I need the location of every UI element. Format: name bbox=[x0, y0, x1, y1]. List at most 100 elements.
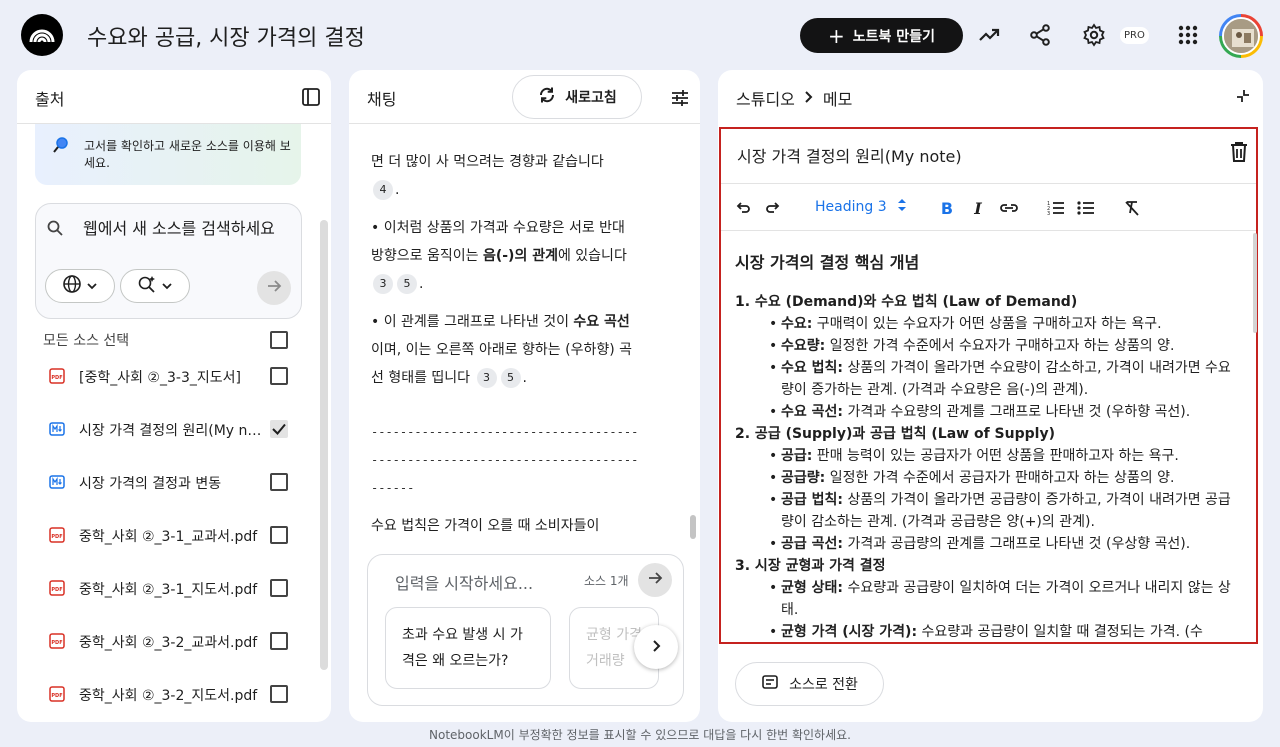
note-term: 균형 상태: bbox=[781, 580, 843, 596]
note-content[interactable]: 시장 가격의 결정 핵심 개념 1. 수요 (Demand)와 수요 법칙 (L… bbox=[735, 249, 1235, 643]
refresh-button[interactable]: 새로고침 bbox=[512, 75, 642, 119]
web-source-type-dropdown[interactable] bbox=[45, 269, 115, 303]
sources-panel: 출처 고서를 확인하고 새로운 소스를 이용해 보세요. 웹에서 새 소스를 검… bbox=[17, 70, 331, 722]
convert-source-icon bbox=[761, 673, 779, 695]
insert-link-icon[interactable] bbox=[999, 198, 1019, 218]
source-item-label: 시장 가격 결정의 원리(My note) bbox=[79, 423, 264, 439]
notebooklm-logo-icon[interactable] bbox=[21, 14, 63, 56]
chat-input-field[interactable]: 입력을 시작하세요... bbox=[395, 570, 533, 594]
apps-grid-icon[interactable] bbox=[1173, 20, 1203, 50]
note-title[interactable]: 시장 가격 결정의 원리(My note) bbox=[737, 143, 962, 167]
chat-message: 면 더 많이 사 먹으려는 경향과 같습니다 4. • 이처럼 상품의 가격과 … bbox=[371, 148, 641, 550]
breadcrumb-studio[interactable]: 스튜디오 bbox=[736, 86, 795, 110]
create-notebook-button[interactable]: + 노트북 만들기 bbox=[800, 18, 963, 53]
note-list-item: 공급 곡선: 가격과 공급량의 관계를 그래프로 나타낸 것 (우상향 곡선). bbox=[769, 533, 1235, 555]
note-list-item: 균형 가격 (시장 가격): 수요량과 공급량이 일치할 때 결정되는 가격. … bbox=[769, 621, 1235, 643]
chat-paragraph: • 이처럼 상품의 가격과 수요량은 서로 반대 방향으로 움직이는 음(-)의… bbox=[371, 220, 627, 294]
create-notebook-label: 노트북 만들기 bbox=[852, 28, 935, 45]
convert-to-source-button[interactable]: 소스로 전환 bbox=[735, 662, 884, 706]
source-item[interactable]: PDF [중학_사회 ②_3-3_지도서] bbox=[17, 357, 307, 397]
note-term: 공급: bbox=[781, 448, 813, 464]
note-editor: 시장 가격 결정의 원리(My note) Heading 3 B I 1 2 … bbox=[719, 127, 1258, 644]
pro-badge: PRO bbox=[1120, 27, 1149, 44]
search-submit-button[interactable] bbox=[257, 271, 291, 305]
chevron-right-icon bbox=[803, 89, 815, 108]
source-count-label: 소스 1개 bbox=[584, 574, 629, 588]
pdf-file-icon: PDF bbox=[49, 633, 65, 649]
citation-badge[interactable]: 5 bbox=[500, 368, 521, 388]
source-checkbox[interactable] bbox=[270, 579, 288, 597]
clear-formatting-icon[interactable] bbox=[1122, 198, 1142, 218]
bold-icon[interactable]: B bbox=[937, 198, 957, 218]
refresh-icon bbox=[537, 85, 557, 109]
italic-icon[interactable]: I bbox=[968, 198, 988, 218]
chat-settings-sliders-icon[interactable] bbox=[670, 88, 690, 112]
source-item[interactable]: PDF 중학_사회 ②_3-2_지도서.pdf bbox=[17, 675, 307, 715]
svg-text:3: 3 bbox=[1047, 211, 1050, 216]
heading-style-select[interactable]: Heading 3 bbox=[815, 198, 907, 216]
source-item-label: 중학_사회 ②_3-1_지도서.pdf bbox=[79, 582, 258, 598]
numbered-list-icon[interactable]: 123 bbox=[1046, 198, 1066, 218]
arrow-right-icon bbox=[265, 277, 283, 299]
note-list-item: 수요량: 일정한 가격 수준에서 수요자가 구매하고자 하는 상품의 양. bbox=[769, 335, 1235, 357]
citation-badge[interactable]: 4 bbox=[373, 180, 393, 200]
source-checkbox[interactable] bbox=[270, 526, 288, 544]
select-all-checkbox[interactable] bbox=[270, 331, 288, 349]
research-mode-dropdown[interactable] bbox=[120, 269, 190, 303]
analytics-icon[interactable] bbox=[974, 20, 1004, 50]
source-item[interactable]: PDF 중학_사회 ②_3-2_교과서.pdf bbox=[17, 622, 307, 662]
chat-text: 면 더 많이 사 먹으려는 경향과 같습니다 bbox=[371, 154, 604, 170]
chat-paragraph: • 이 관계를 그래프로 나타낸 것이 수요 곡선이며, 이는 오른쪽 아래로 … bbox=[371, 314, 633, 388]
note-term: 공급 곡선: bbox=[781, 536, 843, 552]
chat-title: 채팅 bbox=[367, 90, 397, 109]
source-item-label: 시장 가격의 결정과 변동 bbox=[79, 476, 222, 492]
note-definition: 일정한 가격 수준에서 수요자가 구매하고자 하는 상품의 양. bbox=[825, 338, 1175, 354]
note-list: 균형 상태: 수요량과 공급량이 일치하여 더는 가격이 오르거나 내리지 않는… bbox=[735, 577, 1235, 643]
studio-header: 스튜디오 메모 bbox=[718, 70, 1263, 124]
source-checkbox[interactable] bbox=[270, 685, 288, 703]
delete-note-trash-icon[interactable] bbox=[1229, 141, 1249, 167]
source-item[interactable]: PDF 중학_사회 ②_3-1_교과서.pdf bbox=[17, 516, 307, 556]
citation-badge[interactable]: 3 bbox=[476, 368, 497, 388]
share-icon[interactable] bbox=[1025, 20, 1055, 50]
citation-badge[interactable]: 3 bbox=[373, 274, 393, 294]
account-avatar[interactable] bbox=[1219, 14, 1263, 58]
source-item[interactable]: 시장 가격 결정의 원리(My note) bbox=[17, 410, 307, 450]
source-item[interactable]: 시장 가격의 결정과 변동 bbox=[17, 463, 307, 503]
chat-input-box[interactable]: 입력을 시작하세요... 소스 1개 초과 수요 발생 시 가격은 왜 오르는가… bbox=[367, 554, 684, 706]
chat-paragraph: 면 더 많이 사 먹으려는 경향과 같습니다 4. bbox=[371, 154, 604, 200]
chat-bold-text: 수요 곡선 bbox=[573, 314, 630, 330]
citation-badge[interactable]: 5 bbox=[397, 274, 417, 294]
search-icon bbox=[47, 220, 63, 240]
source-checkbox[interactable] bbox=[270, 367, 288, 385]
chat-paragraph: 수요 법칙은 가격이 오를 때 소비자들이 bbox=[371, 518, 600, 534]
redo-icon[interactable] bbox=[763, 198, 783, 218]
settings-gear-icon[interactable] bbox=[1079, 20, 1109, 50]
plus-icon: + bbox=[828, 23, 845, 48]
chat-scrollbar[interactable] bbox=[690, 515, 696, 539]
note-section-title: 2. 공급 (Supply)과 공급 법칙 (Law of Supply) bbox=[735, 426, 1055, 442]
chevron-down-icon bbox=[161, 277, 173, 296]
note-section-title: 1. 수요 (Demand)와 수요 법칙 (Law of Demand) bbox=[735, 294, 1078, 310]
undo-icon[interactable] bbox=[733, 198, 753, 218]
markdown-note-icon bbox=[49, 421, 65, 437]
notebook-title[interactable]: 수요와 공급, 시장 가격의 결정 bbox=[87, 20, 365, 52]
svg-text:PDF: PDF bbox=[51, 693, 62, 699]
note-scrollbar[interactable] bbox=[1253, 233, 1257, 333]
web-search-input[interactable]: 웹에서 새 소스를 검색하세요 bbox=[83, 216, 283, 242]
source-checkbox[interactable] bbox=[270, 473, 288, 491]
collapse-arrows-icon[interactable] bbox=[1235, 88, 1251, 108]
suggested-question-1[interactable]: 초과 수요 발생 시 가격은 왜 오르는가? bbox=[385, 607, 551, 689]
source-checkbox[interactable] bbox=[270, 632, 288, 650]
suggestions-next-button[interactable] bbox=[634, 625, 678, 669]
collapse-panel-icon[interactable] bbox=[302, 88, 320, 110]
sources-scrollbar[interactable] bbox=[320, 220, 328, 670]
note-definition: 상품의 가격이 올라가면 공급량이 증가하고, 가격이 내려가면 공급량이 감소… bbox=[781, 492, 1231, 530]
source-item[interactable]: PDF 중학_사회 ②_3-1_지도서.pdf bbox=[17, 569, 307, 609]
source-checkbox[interactable] bbox=[270, 420, 288, 438]
chat-send-button[interactable] bbox=[638, 563, 672, 597]
chat-bold-text: 음(-)의 관계 bbox=[482, 248, 558, 264]
discover-tip-text: 고서를 확인하고 새로운 소스를 이용해 보세요. bbox=[84, 139, 291, 170]
arrow-right-icon bbox=[646, 569, 664, 591]
bulleted-list-icon[interactable] bbox=[1076, 198, 1096, 218]
